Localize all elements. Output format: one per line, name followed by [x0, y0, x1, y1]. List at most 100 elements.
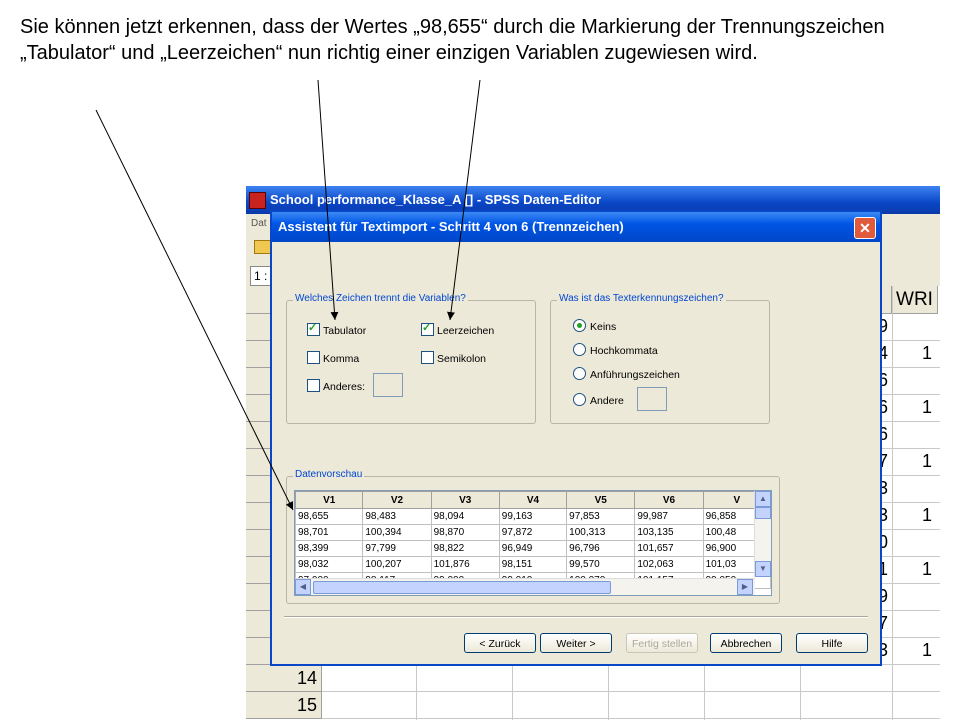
back-button[interactable]: < Zurück — [464, 633, 536, 653]
radio-anfuehrungszeichen-label: Anführungszeichen — [590, 369, 680, 381]
menu-item-data[interactable]: Dat — [251, 214, 267, 234]
other-checkbox[interactable]: Anderes: — [307, 379, 365, 394]
help-button[interactable]: Hilfe — [796, 633, 868, 653]
scroll-right-icon[interactable]: ▶ — [737, 579, 753, 595]
semicolon-checkbox-label: Semikolon — [437, 353, 487, 365]
preview-cell: 97,853 — [566, 508, 636, 525]
preview-cell: 98,032 — [295, 556, 364, 573]
grid-cell[interactable]: 1 — [892, 451, 932, 472]
data-preview[interactable]: V1 V2 V3 V4 V5 V6 V 98,655 98,483 98,094 99,163 97… — [294, 490, 772, 596]
grid-line — [892, 286, 893, 720]
preview-row: 98,655 98,483 98,094 99,163 97,853 99,987 96,8… — [295, 508, 771, 525]
scroll-left-icon[interactable]: ◀ — [295, 579, 311, 595]
grid-cell[interactable]: 1 — [892, 559, 932, 580]
comma-checkbox[interactable]: Komma — [307, 351, 359, 366]
tab-checkbox[interactable]: Tabulator — [307, 322, 367, 338]
preview-cell: 101,876 — [430, 556, 500, 573]
preview-column-header[interactable]: V3 — [430, 491, 500, 509]
dialog-title: Assistent für Textimport - Schritt 4 von… — [278, 219, 624, 234]
scroll-down-icon[interactable]: ▼ — [755, 561, 771, 577]
grid-cell[interactable]: 1 — [892, 505, 932, 526]
preview-cell: 98,151 — [498, 556, 568, 573]
radio-icon — [573, 393, 586, 406]
radio-hochkommata[interactable]: Hochkommata — [573, 343, 658, 358]
preview-cell: 97,872 — [498, 524, 568, 541]
scroll-thumb-horizontal[interactable] — [313, 581, 611, 594]
preview-cell: 103,135 — [634, 524, 704, 541]
grid-line — [322, 691, 940, 692]
preview-column-header[interactable]: V1 — [295, 491, 364, 509]
finish-button[interactable]: Fertig stellen — [626, 633, 698, 653]
preview-column-header[interactable]: V2 — [362, 491, 432, 509]
preview-cell: 98,655 — [295, 508, 364, 525]
space-checkbox-label: Leerzeichen — [437, 325, 495, 337]
next-button[interactable]: Weiter > — [540, 633, 612, 653]
row-number[interactable]: 14 — [246, 665, 322, 692]
horizontal-scrollbar[interactable]: ◀ ▶ — [295, 578, 755, 595]
radio-anfuehrungszeichen[interactable]: Anführungszeichen — [573, 367, 680, 382]
radio-icon — [573, 367, 586, 380]
preview-column-header[interactable]: V4 — [498, 491, 568, 509]
preview-cell: 98,094 — [430, 508, 500, 525]
dialog-titlebar: Assistent für Textimport - Schritt 4 von… — [272, 212, 880, 242]
checkbox-icon — [421, 351, 434, 364]
comma-checkbox-label: Komma — [323, 353, 360, 365]
preview-cell: 99,163 — [498, 508, 568, 525]
tab-checkbox-label: Tabulator — [323, 325, 367, 337]
radio-keins-label: Keins — [590, 321, 617, 333]
preview-row: 98,032 100,207 101,876 98,151 99,570 102,063 1… — [295, 556, 771, 573]
checkbox-checked-icon — [307, 322, 320, 336]
preview-cell: 98,870 — [430, 524, 500, 541]
row-number[interactable]: 15 — [246, 692, 322, 719]
button-separator — [284, 616, 868, 618]
preview-cell: 99,570 — [566, 556, 636, 573]
close-icon[interactable]: ✕ — [854, 217, 876, 239]
preview-group-label: Datenvorschau — [293, 469, 365, 480]
delimiter-group: Welches Zeichen trennt die Variablen? Ta… — [286, 293, 536, 424]
radio-andere[interactable]: Andere — [573, 393, 624, 408]
cancel-button[interactable]: Abbrechen — [710, 633, 782, 653]
radio-hochkommata-label: Hochkommata — [590, 345, 658, 357]
scroll-up-icon[interactable]: ▲ — [755, 491, 771, 507]
other-delimiter-input[interactable] — [373, 373, 403, 397]
preview-cell: 101,657 — [634, 540, 704, 557]
preview-cell: 100,207 — [362, 556, 432, 573]
semicolon-checkbox[interactable]: Semikolon — [421, 351, 486, 366]
radio-andere-label: Andere — [590, 395, 624, 407]
preview-cell: 100,313 — [566, 524, 636, 541]
scroll-thumb[interactable] — [755, 507, 771, 519]
qualifier-group: Was ist das Texterkennungszeichen? Keins… — [550, 293, 770, 424]
preview-cell: 98,483 — [362, 508, 432, 525]
preview-cell: 96,949 — [498, 540, 568, 557]
radio-icon — [573, 343, 586, 356]
preview-table: V1 V2 V3 V4 V5 V6 V 98,655 98,483 98,094 99,163 97… — [295, 491, 771, 589]
caption-text: Sie können jetzt erkennen, dass der Wert… — [20, 16, 885, 64]
other-checkbox-label: Anderes: — [323, 381, 366, 393]
preview-cell: 98,701 — [295, 524, 364, 541]
checkbox-icon — [307, 379, 320, 392]
text-import-wizard-dialog: Assistent für Textimport - Schritt 4 von… — [270, 210, 882, 666]
preview-cell: 102,063 — [634, 556, 704, 573]
preview-cell: 99,987 — [634, 508, 704, 525]
preview-cell: 98,822 — [430, 540, 500, 557]
preview-cell: 97,799 — [362, 540, 432, 557]
space-checkbox[interactable]: Leerzeichen — [421, 322, 495, 338]
checkbox-checked-icon — [421, 322, 434, 336]
checkbox-icon — [307, 351, 320, 364]
grid-cell[interactable]: 1 — [892, 343, 932, 364]
qualifier-group-label: Was ist das Texterkennungszeichen? — [557, 293, 726, 304]
radio-keins[interactable]: Keins — [573, 319, 616, 334]
radio-selected-icon — [573, 319, 586, 332]
grid-cell[interactable]: 1 — [892, 397, 932, 418]
column-header-wri[interactable]: WRI — [892, 286, 938, 314]
preview-column-header[interactable]: V5 — [566, 491, 636, 509]
other-qualifier-input[interactable] — [637, 387, 667, 411]
preview-cell: 100,394 — [362, 524, 432, 541]
preview-row: 98,399 97,799 98,822 96,949 96,796 101,657 96,… — [295, 540, 771, 557]
preview-column-header[interactable]: V6 — [634, 491, 704, 509]
grid-line — [322, 718, 940, 719]
grid-cell[interactable]: 1 — [892, 640, 932, 661]
delimiter-group-label: Welches Zeichen trennt die Variablen? — [293, 293, 468, 304]
preview-cell: 98,399 — [295, 540, 364, 557]
vertical-scrollbar[interactable]: ▲ ▼ — [754, 491, 771, 577]
